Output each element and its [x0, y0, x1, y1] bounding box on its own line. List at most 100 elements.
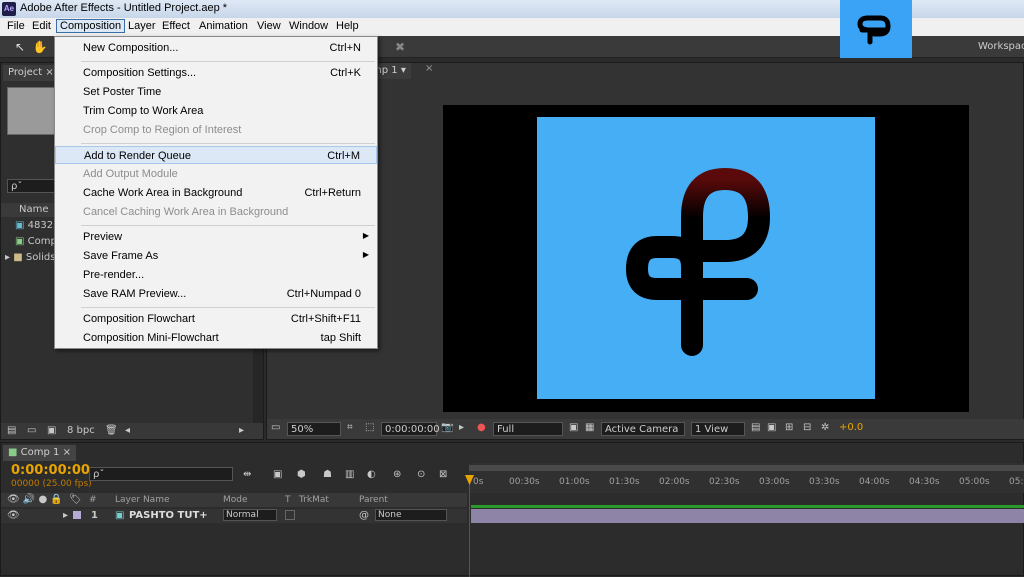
timeline-search-input[interactable]: ρˇ	[89, 467, 233, 481]
menu-edit[interactable]: Edit	[29, 20, 54, 32]
live-update-icon[interactable]: ▣	[273, 469, 282, 480]
timeline-timecode[interactable]: 0:00:00:00	[11, 463, 90, 478]
menu-item-save-ram-preview[interactable]: Save RAM Preview... Ctrl+Numpad 0	[55, 285, 377, 303]
snap-icon[interactable]: ✖	[392, 39, 408, 55]
timeline-icon[interactable]: ⊞	[785, 422, 793, 433]
submenu-arrow-icon: ▶	[362, 250, 369, 259]
scroll-left-icon[interactable]: ◂	[125, 425, 130, 436]
menu-file[interactable]: File	[4, 20, 28, 32]
column-mode[interactable]: Mode	[223, 495, 248, 505]
brainstorm-icon[interactable]: ⊛	[393, 469, 401, 480]
new-folder-icon[interactable]: ▭	[27, 425, 36, 436]
bpc-label[interactable]: 8 bpc	[67, 425, 95, 436]
column-layer-name[interactable]: Layer Name	[115, 495, 170, 505]
menu-item-composition-mini-flowchart[interactable]: Composition Mini-Flowchart tap Shift	[55, 329, 377, 347]
composition-canvas[interactable]	[443, 105, 969, 412]
menu-item-add-to-render-queue[interactable]: Add to Render Queue Ctrl+M	[55, 146, 377, 164]
menu-item-set-poster-time[interactable]: Set Poster Time	[55, 83, 377, 101]
menu-window[interactable]: Window	[286, 20, 331, 32]
frame-info: 00000 (25.00 fps)	[11, 479, 92, 489]
menu-view[interactable]: View	[254, 20, 284, 32]
label-color-swatch[interactable]	[73, 511, 81, 519]
menu-item-new-composition[interactable]: New Composition... Ctrl+N	[55, 39, 377, 57]
channel-icon[interactable]: ●	[477, 422, 486, 433]
region-of-interest-icon[interactable]: ▣	[569, 422, 578, 433]
project-item[interactable]: ▸ ■ Solids	[5, 252, 55, 263]
layer-duration-bar[interactable]	[471, 509, 1024, 523]
grid-icon[interactable]: ⌗	[347, 422, 353, 433]
close-icon[interactable]: ×	[45, 67, 53, 78]
selection-tool-icon[interactable]: ↖	[12, 39, 28, 55]
menu-layer[interactable]: Layer	[125, 20, 159, 32]
column-trkmat[interactable]: TrkMat	[299, 495, 329, 505]
new-comp-icon[interactable]: ▣	[47, 425, 56, 436]
project-item[interactable]: ▣ 48325	[15, 220, 59, 231]
hand-tool-icon[interactable]: ✋	[32, 39, 48, 55]
layer-name[interactable]: PASHTO TUT+	[129, 510, 208, 521]
close-icon[interactable]: ×	[63, 447, 71, 458]
menu-item-composition-flowchart[interactable]: Composition Flowchart Ctrl+Shift+F11	[55, 310, 377, 328]
av-features-icon[interactable]: 👁 🔊 ● 🔒	[7, 494, 63, 505]
expand-icon[interactable]: ▸	[5, 252, 10, 263]
frame-blending-icon[interactable]: ▥	[345, 469, 354, 480]
resolution-dropdown[interactable]: Full	[493, 422, 563, 436]
menu-item-composition-settings[interactable]: Composition Settings... Ctrl+K	[55, 64, 377, 82]
timeline-panel: ■ Comp 1 × 0:00:00:00 00000 (25.00 fps) …	[0, 442, 1024, 577]
menu-help[interactable]: Help	[333, 20, 362, 32]
column-name[interactable]: Name	[19, 204, 49, 215]
always-preview-icon[interactable]: ▭	[271, 422, 280, 433]
camera-dropdown[interactable]: Active Camera	[601, 422, 685, 436]
expand-icon[interactable]: ▸	[63, 510, 68, 521]
column-parent[interactable]: Parent	[359, 495, 388, 505]
column-num[interactable]: #	[89, 495, 97, 505]
show-snapshot-icon[interactable]: ▸	[459, 422, 464, 433]
current-time-field[interactable]: 0:00:00:00	[381, 422, 440, 436]
hide-shy-layers-icon[interactable]: ☗	[323, 469, 332, 480]
time-ruler[interactable]: 0s 00:30s 01:00s 01:30s 02:00s 02:30s 03…	[469, 463, 1024, 493]
toggle-pixel-aspect-icon[interactable]: ▤	[751, 422, 760, 433]
draft-3d-icon[interactable]: ⬢	[297, 469, 306, 480]
pickwhip-icon[interactable]: @	[359, 510, 369, 521]
flowchart-icon[interactable]: ⊟	[803, 422, 811, 433]
label-column-icon[interactable]: 🏷	[69, 494, 82, 505]
menu-item-cache-work-area[interactable]: Cache Work Area in Background Ctrl+Return	[55, 184, 377, 202]
parent-dropdown[interactable]: None	[375, 509, 447, 521]
transparency-grid-icon[interactable]: ▦	[585, 422, 594, 433]
motion-blur-icon[interactable]: ◐	[367, 469, 376, 480]
menu-composition[interactable]: Composition	[56, 19, 126, 33]
auto-keyframe-icon[interactable]: ⊙	[417, 469, 425, 480]
preserve-transparency-checkbox[interactable]	[285, 510, 295, 520]
footage-icon: ▣	[15, 220, 25, 231]
graph-editor-icon[interactable]: ⊠	[439, 469, 447, 480]
current-time-indicator[interactable]	[469, 477, 470, 577]
project-search-input[interactable]: ρˇ	[7, 179, 55, 193]
menu-item-trim-comp[interactable]: Trim Comp to Work Area	[55, 102, 377, 120]
menu-effect[interactable]: Effect	[159, 20, 193, 32]
snapshot-icon[interactable]: 📷	[441, 422, 453, 433]
tab-timeline-comp[interactable]: ■ Comp 1 ×	[3, 445, 76, 461]
table-row[interactable]: 👁 ▸ 1 ▣ PASHTO TUT+ Normal @ None	[1, 509, 467, 523]
composition-menu: New Composition... Ctrl+N Composition Set…	[54, 36, 378, 349]
close-icon[interactable]: ×	[425, 63, 433, 74]
tab-project[interactable]: Project ×	[3, 65, 59, 81]
menu-item-pre-render[interactable]: Pre-render...	[55, 266, 377, 284]
workspace-label[interactable]: Workspace	[978, 41, 1024, 52]
comp-mini-flowchart-icon[interactable]: ⇹	[243, 469, 251, 480]
scroll-right-icon[interactable]: ▸	[239, 425, 244, 436]
magnification-dropdown[interactable]: 50%	[287, 422, 341, 436]
trash-icon[interactable]: 🗑	[105, 425, 118, 436]
fast-previews-icon[interactable]: ▣	[767, 422, 776, 433]
column-t[interactable]: T	[285, 495, 291, 505]
layer-mode-dropdown[interactable]: Normal	[223, 509, 277, 521]
menu-item-preview[interactable]: Preview ▶	[55, 228, 377, 246]
mask-icon[interactable]: ⬚	[365, 422, 374, 433]
menu-animation[interactable]: Animation	[196, 20, 251, 32]
view-layout-dropdown[interactable]: 1 View	[691, 422, 745, 436]
interpret-footage-icon[interactable]: ▤	[7, 425, 16, 436]
reset-exposure-icon[interactable]: ✲	[821, 422, 829, 433]
exposure-value[interactable]: +0.0	[839, 422, 863, 433]
work-area-bar[interactable]	[469, 465, 1024, 471]
visibility-eye-icon[interactable]: 👁	[7, 510, 20, 521]
menu-item-save-frame-as[interactable]: Save Frame As ▶	[55, 247, 377, 265]
project-item[interactable]: ▣ Comp	[15, 236, 57, 247]
